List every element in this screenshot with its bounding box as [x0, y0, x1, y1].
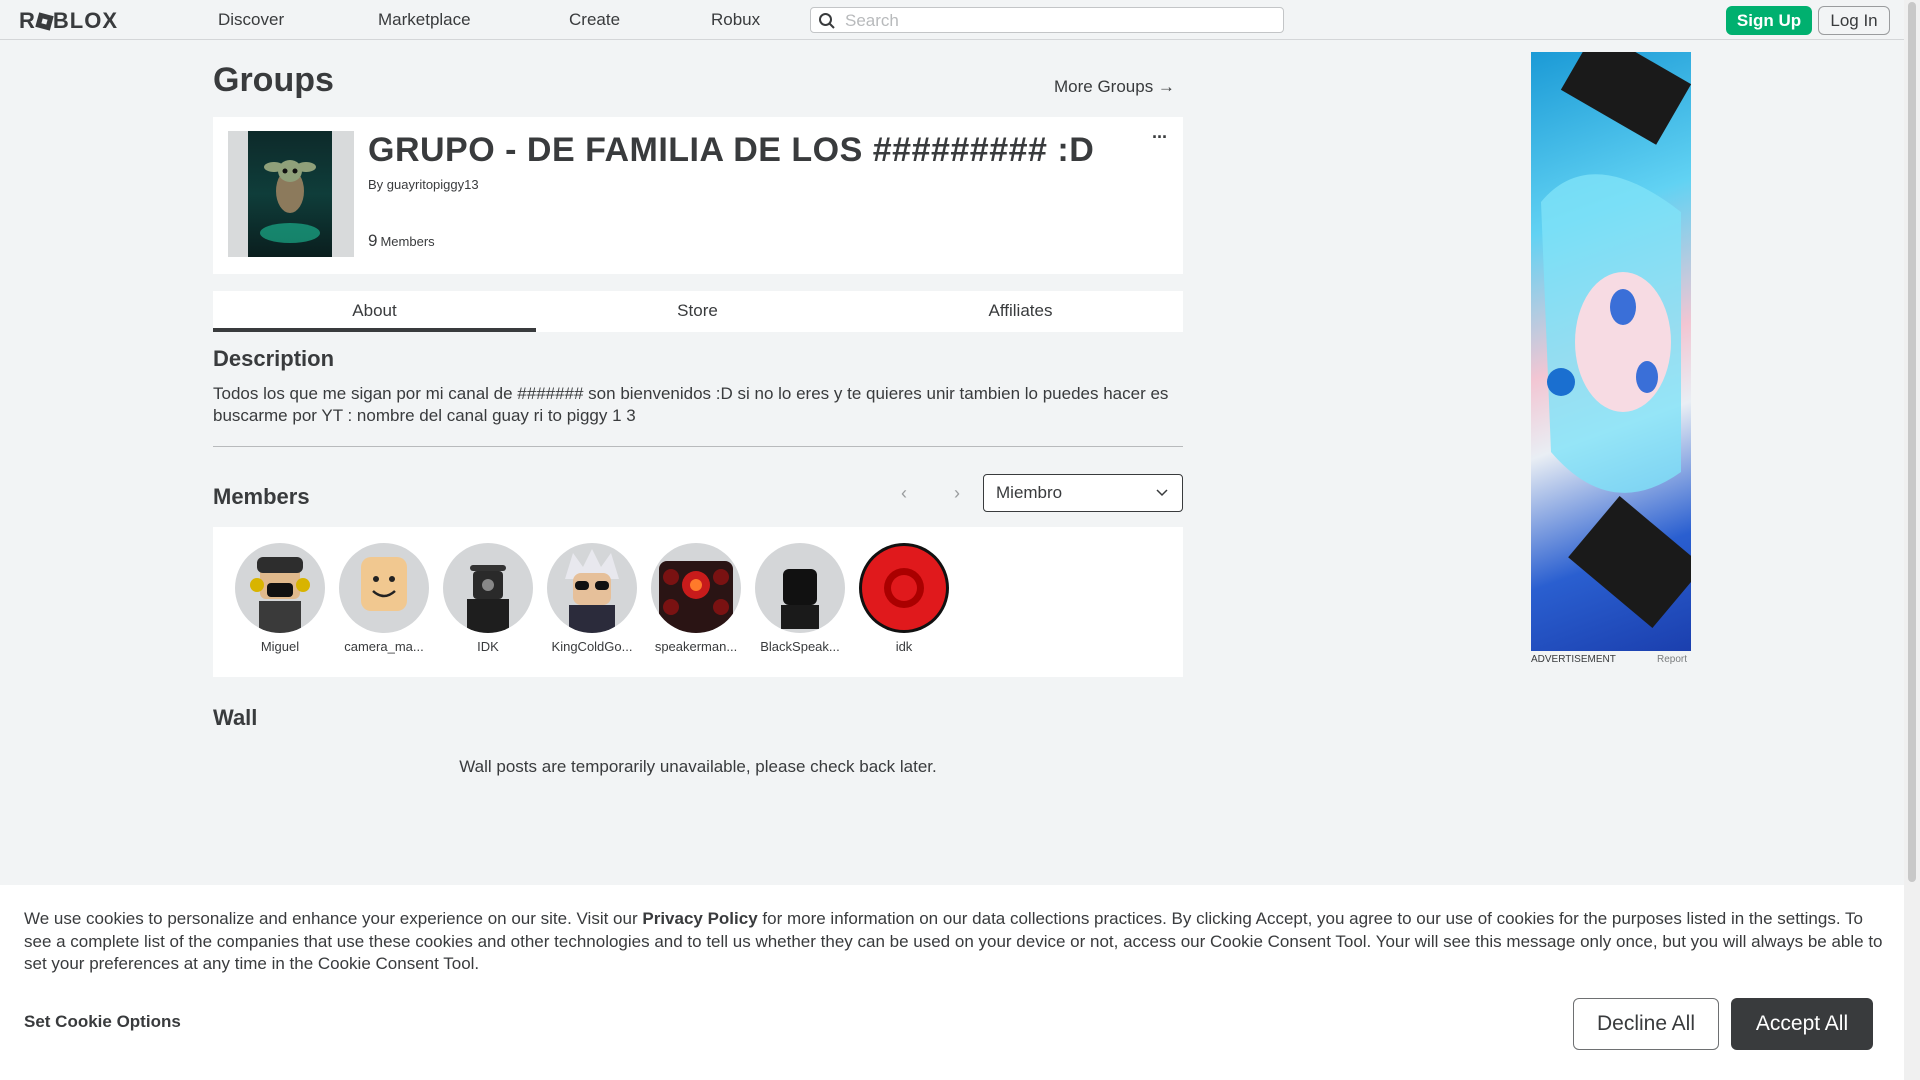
- search-icon: [819, 13, 835, 29]
- avatar: [443, 543, 533, 633]
- avatar: [235, 543, 325, 633]
- member-name: idk: [895, 639, 913, 654]
- avatar: [547, 543, 637, 633]
- description-text: Todos los que me sigan por mi canal de #…: [213, 384, 1169, 425]
- nav-discover[interactable]: Discover: [218, 10, 284, 30]
- accept-all-button[interactable]: Accept All: [1731, 998, 1873, 1050]
- tab-store[interactable]: Store: [536, 291, 859, 332]
- more-options-icon[interactable]: ···: [1152, 127, 1168, 148]
- role-dropdown[interactable]: Miembro: [983, 474, 1183, 512]
- member-name: Miguel: [260, 639, 300, 654]
- avatar: [755, 543, 845, 633]
- avatar: [859, 543, 949, 633]
- member-item[interactable]: BlackSpeak...: [750, 543, 850, 654]
- member-item[interactable]: KingColdGo...: [542, 543, 642, 654]
- member-name: speakerman...: [654, 639, 738, 654]
- nav-create[interactable]: Create: [569, 10, 620, 30]
- chevron-right-icon[interactable]: ›: [942, 478, 972, 508]
- member-name: IDK: [477, 639, 499, 654]
- role-selected-value: Miembro: [996, 483, 1063, 502]
- member-count-label: Members: [380, 234, 435, 249]
- member-name: BlackSpeak...: [760, 639, 840, 654]
- more-groups-link[interactable]: More Groups →: [1054, 77, 1175, 97]
- section-divider: [213, 446, 1183, 447]
- log-in-button[interactable]: Log In: [1818, 6, 1890, 35]
- members-heading: Members: [213, 484, 310, 509]
- privacy-policy-link[interactable]: Privacy Policy: [642, 909, 757, 928]
- page-scrollbar[interactable]: [1904, 0, 1920, 1080]
- member-item[interactable]: IDK: [438, 543, 538, 654]
- group-header-card: GRUPO - DE FAMILIA DE LOS ######### :D B…: [213, 117, 1183, 274]
- member-item[interactable]: camera_ma...: [334, 543, 434, 654]
- member-item[interactable]: speakerman...: [646, 543, 746, 654]
- member-name: KingColdGo...: [551, 639, 633, 654]
- advertisement-label: ADVERTISEMENT: [1531, 654, 1616, 665]
- chevron-left-icon[interactable]: ‹: [889, 478, 919, 508]
- group-emblem-image: [248, 131, 332, 257]
- cookie-consent-banner: We use cookies to personalize and enhanc…: [0, 885, 1904, 1080]
- advertisement-banner[interactable]: [1531, 52, 1691, 651]
- report-ad-link[interactable]: Report: [1657, 654, 1687, 665]
- search-input[interactable]: [843, 10, 1277, 32]
- group-name: GRUPO - DE FAMILIA DE LOS ######### :D: [368, 131, 1095, 169]
- description-heading: Description: [213, 346, 335, 371]
- group-owner-link[interactable]: guayritopiggy13: [387, 177, 479, 192]
- member-item[interactable]: idk: [854, 543, 954, 654]
- nav-marketplace[interactable]: Marketplace: [378, 10, 471, 30]
- page-title: Groups: [213, 61, 334, 99]
- wall-heading: Wall: [213, 705, 258, 730]
- cookie-text-intro: We use cookies to personalize and enhanc…: [24, 909, 643, 928]
- members-list: Miguel camera_ma... IDK KingColdGo... sp…: [213, 527, 1183, 677]
- group-owner-line: By guayritopiggy13: [368, 177, 479, 192]
- nav-robux[interactable]: Robux: [711, 10, 760, 30]
- set-cookie-options-link[interactable]: Set Cookie Options: [24, 1012, 181, 1032]
- tab-affiliates[interactable]: Affiliates: [859, 291, 1182, 332]
- group-tabs: About Store Affiliates: [213, 291, 1183, 332]
- avatar: [339, 543, 429, 633]
- group-emblem: [228, 131, 354, 257]
- wall-unavailable-message: Wall posts are temporarily unavailable, …: [459, 757, 937, 776]
- roblox-logo[interactable]: R BLOX: [19, 8, 118, 34]
- decline-all-button[interactable]: Decline All: [1573, 998, 1719, 1050]
- sign-up-button[interactable]: Sign Up: [1726, 6, 1812, 35]
- member-name: camera_ma...: [344, 639, 424, 654]
- chevron-down-icon: [1156, 489, 1168, 497]
- cookie-consent-text: We use cookies to personalize and enhanc…: [24, 908, 1884, 976]
- avatar: [651, 543, 741, 633]
- tab-about[interactable]: About: [213, 291, 536, 332]
- top-navigation-bar: R BLOX Discover Marketplace Create Robux …: [0, 0, 1904, 40]
- member-item[interactable]: Miguel: [230, 543, 330, 654]
- group-member-count: 9 Members: [368, 231, 435, 251]
- by-prefix: By: [368, 177, 384, 192]
- scrollbar-thumb[interactable]: [1908, 2, 1916, 882]
- search-box[interactable]: [810, 7, 1284, 33]
- member-count-value: 9: [368, 231, 378, 250]
